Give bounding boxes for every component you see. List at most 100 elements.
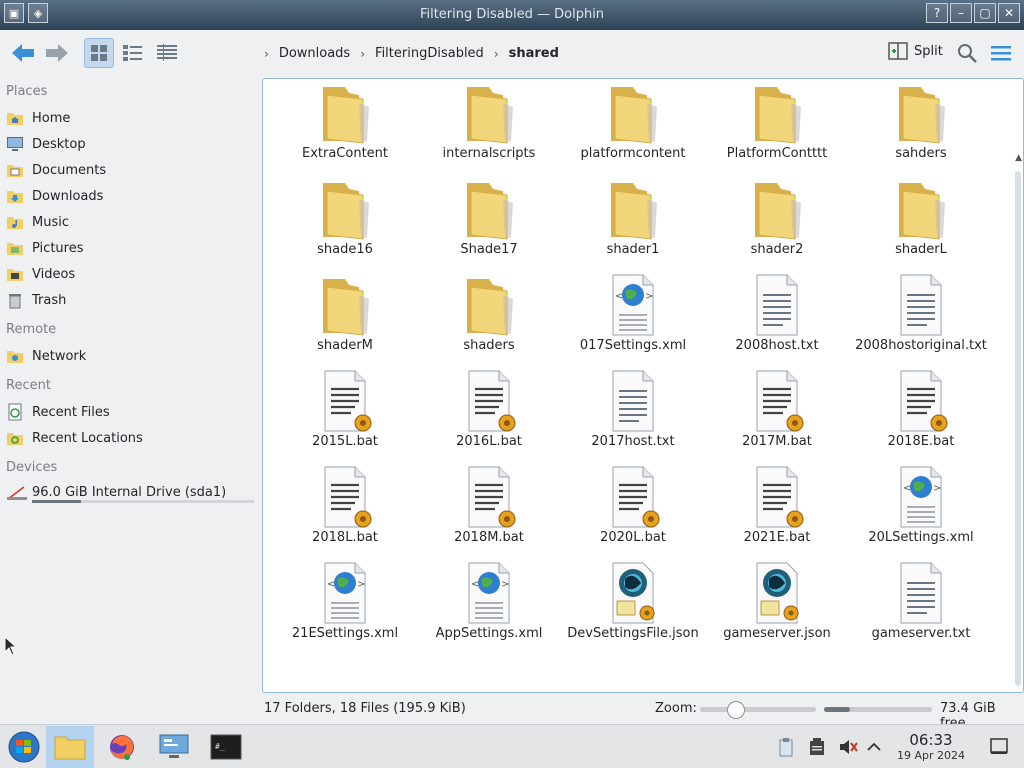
show-desktop-icon[interactable]: [990, 737, 1008, 759]
folder-item[interactable]: sahders: [849, 81, 993, 177]
hamburger-menu-button[interactable]: [990, 44, 1012, 66]
txt-file-icon: [891, 561, 951, 625]
svg-text:<: <: [327, 579, 335, 590]
json-file-icon: [747, 561, 807, 625]
xml-file-icon: < >: [459, 561, 519, 625]
file-item[interactable]: gameserver.txt: [849, 561, 993, 657]
task-dolphin[interactable]: [46, 726, 94, 768]
folder-icon: [459, 177, 519, 241]
sidebar-item-downloads[interactable]: Downloads: [6, 185, 103, 207]
file-name-label: internalscripts: [442, 146, 536, 161]
bat-file-icon: [747, 465, 807, 529]
bat-file-icon: [459, 465, 519, 529]
sidebar-item-documents[interactable]: Documents: [6, 159, 106, 181]
folder-item[interactable]: shaders: [417, 273, 561, 369]
trash-icon: [6, 291, 24, 309]
file-item[interactable]: < >017Settings.xml: [561, 273, 705, 369]
clock-date: 19 Apr 2024: [896, 749, 965, 762]
window-titlebar[interactable]: ▣ ◈ Filtering Disabled — Dolphin ? – ▢ ✕: [0, 0, 1024, 30]
zoom-slider[interactable]: [700, 701, 816, 719]
maximize-button[interactable]: ▢: [974, 3, 996, 23]
folder-item[interactable]: shade16: [273, 177, 417, 273]
folder-item[interactable]: internalscripts: [417, 81, 561, 177]
file-item[interactable]: 2018L.bat: [273, 465, 417, 561]
toolbar: › Downloads › FilteringDisabled › shared…: [0, 30, 1024, 78]
task-system-settings[interactable]: [150, 726, 198, 768]
close-button[interactable]: ✕: [998, 3, 1020, 23]
folder-icon: [603, 177, 663, 241]
file-name-label: 2015L.bat: [312, 434, 378, 449]
breadcrumb-shared[interactable]: shared: [509, 46, 559, 61]
storage-tray-icon[interactable]: [808, 737, 826, 761]
file-name-label: gameserver.json: [723, 626, 831, 641]
clock[interactable]: 06:33 19 Apr 2024: [894, 731, 968, 762]
file-item[interactable]: 2021E.bat: [705, 465, 849, 561]
file-view[interactable]: ExtraContent internalscripts platformconte…: [262, 78, 1024, 693]
file-item[interactable]: 2015L.bat: [273, 369, 417, 465]
folder-item[interactable]: shader2: [705, 177, 849, 273]
sidebar-item-videos[interactable]: Videos: [6, 263, 75, 285]
volume-muted-icon[interactable]: [838, 737, 858, 761]
file-name-label: 20LSettings.xml: [868, 530, 974, 545]
sidebar-item-trash[interactable]: Trash: [6, 289, 66, 311]
vertical-scrollbar[interactable]: [1015, 171, 1021, 686]
file-name-label: 2008hostoriginal.txt: [855, 338, 987, 353]
compact-view-button[interactable]: [118, 38, 148, 68]
drive-usage-fill: [32, 500, 81, 503]
sidebar-item-recent-files[interactable]: Recent Files: [6, 401, 110, 423]
breadcrumb-downloads[interactable]: Downloads: [279, 46, 350, 61]
search-button[interactable]: [956, 42, 978, 68]
file-item[interactable]: < > AppSettings.xml: [417, 561, 561, 657]
recent-locations-icon: [6, 429, 24, 447]
tray-expand-chevron-icon[interactable]: [866, 737, 882, 761]
folder-item[interactable]: ExtraContent: [273, 81, 417, 177]
sidebar-item-network[interactable]: Network: [6, 345, 86, 367]
sidebar-item-pictures[interactable]: Pictures: [6, 237, 83, 259]
folder-item[interactable]: platformcontent: [561, 81, 705, 177]
help-button[interactable]: ?: [926, 3, 948, 23]
bat-file-icon: [603, 465, 663, 529]
file-item[interactable]: 2017host.txt: [561, 369, 705, 465]
icons-view-button[interactable]: [84, 38, 114, 68]
sidebar-item-music[interactable]: Music: [6, 211, 69, 233]
task-firefox[interactable]: [98, 726, 146, 768]
scroll-up-arrow-icon[interactable]: ▲: [1015, 153, 1022, 163]
start-menu-button[interactable]: [0, 726, 48, 768]
file-item[interactable]: 2016L.bat: [417, 369, 561, 465]
file-name-label: shaders: [463, 338, 515, 353]
file-item[interactable]: gameserver.json: [705, 561, 849, 657]
folder-item[interactable]: Shade17: [417, 177, 561, 273]
file-item[interactable]: 2020L.bat: [561, 465, 705, 561]
split-button[interactable]: Split: [888, 42, 943, 60]
folder-icon: [891, 177, 951, 241]
details-view-button[interactable]: [152, 38, 182, 68]
places-panel: Places Home Desktop Documents Downloads …: [0, 80, 260, 696]
sidebar-item-recent-locations[interactable]: Recent Locations: [6, 427, 143, 449]
folder-item[interactable]: shaderM: [273, 273, 417, 369]
breadcrumb-filteringdisabled[interactable]: FilteringDisabled: [375, 46, 484, 61]
file-name-label: shaderL: [895, 242, 947, 257]
file-item[interactable]: < >21ESettings.xml: [273, 561, 417, 657]
file-item[interactable]: 2008hostoriginal.txt: [849, 273, 993, 369]
back-button[interactable]: [8, 38, 38, 68]
file-item[interactable]: 2018E.bat: [849, 369, 993, 465]
desktop-icon: [6, 135, 24, 153]
file-item[interactable]: 2008host.txt: [705, 273, 849, 369]
sidebar-item-home[interactable]: Home: [6, 107, 70, 129]
file-item[interactable]: DevSettingsFile.json: [561, 561, 705, 657]
zoom-slider-handle[interactable]: [727, 701, 745, 719]
folder-item[interactable]: shader1: [561, 177, 705, 273]
disk-usage-bar: [824, 707, 932, 712]
file-item[interactable]: < >20LSettings.xml: [849, 465, 993, 561]
minimize-button[interactable]: –: [950, 3, 972, 23]
task-terminal[interactable]: #_: [202, 726, 250, 768]
folder-item[interactable]: PlatformContttt: [705, 81, 849, 177]
file-name-label: 2018L.bat: [312, 530, 378, 545]
clipboard-tray-icon[interactable]: [778, 737, 794, 761]
file-item[interactable]: 2018M.bat: [417, 465, 561, 561]
forward-button[interactable]: [42, 38, 72, 68]
folder-item[interactable]: shaderL: [849, 177, 993, 273]
file-name-label: sahders: [895, 146, 947, 161]
sidebar-item-desktop[interactable]: Desktop: [6, 133, 86, 155]
file-item[interactable]: 2017M.bat: [705, 369, 849, 465]
